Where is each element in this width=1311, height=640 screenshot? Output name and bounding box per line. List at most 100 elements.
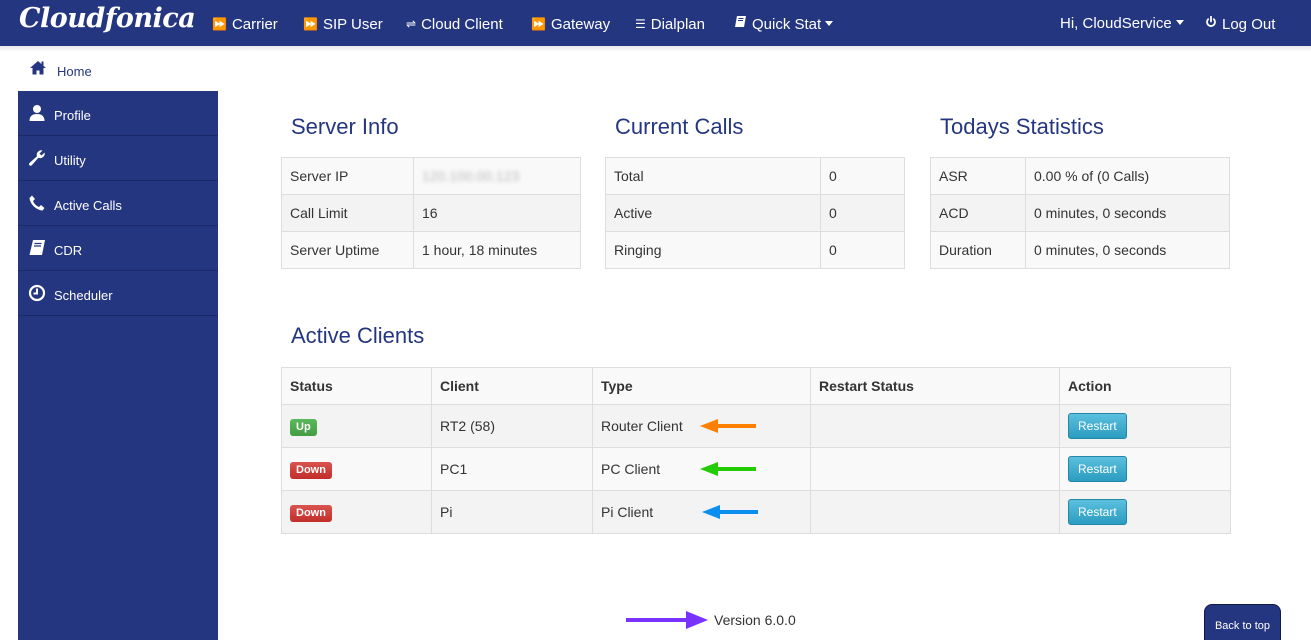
server-ip-blurred-text: 120.100.00.123 bbox=[422, 168, 520, 184]
type-cell: Router Client bbox=[592, 404, 811, 448]
book-icon bbox=[734, 0, 747, 48]
nav-quick-stat-label: Quick Stat bbox=[752, 16, 822, 33]
type-cell: PC Client bbox=[592, 447, 811, 491]
active-clients-title: Active Clients bbox=[291, 323, 425, 348]
action-cell: Restart bbox=[1059, 447, 1231, 491]
status-cell: Down bbox=[281, 490, 432, 534]
action-cell: Restart bbox=[1059, 490, 1231, 534]
server-uptime-value: 1 hour, 18 minutes bbox=[413, 231, 581, 269]
nav-sip-user[interactable]: ⏩ SIP User bbox=[303, 0, 383, 46]
server-info-title: Server Info bbox=[291, 114, 399, 139]
home-icon bbox=[29, 60, 47, 78]
ringing-calls-label: Ringing bbox=[605, 231, 821, 269]
total-calls-label: Total bbox=[605, 157, 821, 195]
home-label: Home bbox=[57, 64, 92, 79]
table-row: Server Uptime 1 hour, 18 minutes bbox=[281, 231, 581, 269]
active-clients-table: Status Client Type Restart Status Action… bbox=[281, 367, 1231, 534]
logout-label: Log Out bbox=[1222, 16, 1276, 33]
restart-status-cell bbox=[810, 447, 1060, 491]
status-badge-down: Down bbox=[290, 504, 332, 522]
user-menu-dropdown[interactable]: Hi, CloudService bbox=[1060, 0, 1184, 46]
sidebar: Profile Utility Active Calls CDR Schedul… bbox=[18, 91, 218, 640]
todays-statistics-table: ASR 0.00 % of (0 Calls) ACD 0 minutes, 0… bbox=[930, 157, 1230, 269]
type-text: Pi Client bbox=[601, 504, 654, 520]
restart-button[interactable]: Restart bbox=[1068, 499, 1127, 525]
column-action: Action bbox=[1059, 367, 1231, 405]
nav-carrier-label: Carrier bbox=[231, 16, 278, 33]
restart-status-cell bbox=[810, 490, 1060, 534]
status-badge-up: Up bbox=[290, 418, 317, 436]
action-cell: Restart bbox=[1059, 404, 1231, 448]
table-row: Ringing 0 bbox=[605, 231, 905, 269]
server-ip-label: Server IP bbox=[281, 157, 414, 195]
fast-forward-icon: ⏩ bbox=[303, 17, 318, 31]
nav-dialplan[interactable]: ☰ Dialplan bbox=[635, 0, 705, 46]
todays-statistics-title: Todays Statistics bbox=[940, 114, 1104, 139]
book-icon bbox=[28, 239, 46, 257]
asr-label: ASR bbox=[930, 157, 1026, 195]
table-row: ASR 0.00 % of (0 Calls) bbox=[930, 157, 1230, 195]
sidebar-item-profile[interactable]: Profile bbox=[18, 91, 218, 136]
call-limit-value: 16 bbox=[413, 194, 581, 232]
logout-link[interactable]: Log Out bbox=[1205, 0, 1275, 46]
type-cell: Pi Client bbox=[592, 490, 811, 534]
server-uptime-label: Server Uptime bbox=[281, 231, 414, 269]
arrow-left-icon bbox=[700, 419, 756, 433]
nav-gateway[interactable]: ⏩ Gateway bbox=[531, 0, 610, 46]
restart-button[interactable]: Restart bbox=[1068, 456, 1127, 482]
sidebar-item-cdr[interactable]: CDR bbox=[18, 226, 218, 271]
user-icon bbox=[28, 104, 46, 122]
arrow-left-icon bbox=[700, 462, 756, 476]
sidebar-item-utility[interactable]: Utility bbox=[18, 136, 218, 181]
back-to-top-button[interactable]: Back to top bbox=[1204, 604, 1281, 640]
sidebar-item-label: CDR bbox=[54, 243, 83, 258]
current-calls-title: Current Calls bbox=[615, 114, 744, 139]
asr-value: 0.00 % of (0 Calls) bbox=[1025, 157, 1230, 195]
table-row: Down PC1 PC Client Restart bbox=[281, 447, 1231, 491]
table-row: Total 0 bbox=[605, 157, 905, 195]
server-info-table: Server IP 120.100.00.123 Call Limit 16 S… bbox=[281, 157, 581, 269]
acd-label: ACD bbox=[930, 194, 1026, 232]
sidebar-item-scheduler[interactable]: Scheduler bbox=[18, 271, 218, 316]
user-greeting: Hi, CloudService bbox=[1060, 15, 1172, 32]
top-navbar: Cloudfonica ⏩ Carrier ⏩ SIP User ⇌ Cloud Cl… bbox=[0, 0, 1311, 46]
table-row: Call Limit 16 bbox=[281, 194, 581, 232]
version-text: Version 6.0.0 bbox=[714, 612, 796, 628]
wrench-icon bbox=[28, 149, 46, 167]
nav-cloud-client-label: Cloud Client bbox=[421, 16, 503, 33]
client-cell: RT2 (58) bbox=[431, 404, 593, 448]
arrow-right-icon bbox=[626, 611, 708, 629]
duration-label: Duration bbox=[930, 231, 1026, 269]
nav-carrier[interactable]: ⏩ Carrier bbox=[212, 0, 278, 46]
clock-icon bbox=[28, 284, 46, 302]
table-header-row: Status Client Type Restart Status Action bbox=[281, 367, 1231, 405]
random-icon: ⇌ bbox=[406, 17, 417, 31]
power-icon bbox=[1205, 0, 1217, 48]
call-limit-label: Call Limit bbox=[281, 194, 414, 232]
fast-forward-icon: ⏩ bbox=[531, 17, 546, 31]
list-icon: ☰ bbox=[635, 17, 646, 31]
sidebar-item-label: Profile bbox=[54, 108, 91, 123]
client-cell: Pi bbox=[431, 490, 593, 534]
brand-logo[interactable]: Cloudfonica bbox=[19, 3, 196, 34]
nav-gateway-label: Gateway bbox=[550, 16, 611, 33]
column-type: Type bbox=[592, 367, 811, 405]
table-row: Down Pi Pi Client Restart bbox=[281, 490, 1231, 534]
sidebar-item-label: Utility bbox=[54, 153, 86, 168]
table-row: Active 0 bbox=[605, 194, 905, 232]
nav-quick-stat-dropdown[interactable]: Quick Stat bbox=[734, 0, 834, 48]
sidebar-item-active-calls[interactable]: Active Calls bbox=[18, 181, 218, 226]
home-link[interactable]: Home bbox=[18, 46, 218, 91]
fast-forward-icon: ⏩ bbox=[212, 17, 227, 31]
arrow-left-icon bbox=[702, 505, 758, 519]
duration-value: 0 minutes, 0 seconds bbox=[1025, 231, 1230, 269]
restart-status-cell bbox=[810, 404, 1060, 448]
nav-cloud-client[interactable]: ⇌ Cloud Client bbox=[406, 0, 503, 46]
caret-down-icon bbox=[1175, 20, 1184, 25]
type-text: Router Client bbox=[601, 418, 683, 434]
acd-value: 0 minutes, 0 seconds bbox=[1025, 194, 1230, 232]
table-row: Server IP 120.100.00.123 bbox=[281, 157, 581, 195]
restart-button[interactable]: Restart bbox=[1068, 413, 1127, 439]
column-client: Client bbox=[431, 367, 593, 405]
table-row: Duration 0 minutes, 0 seconds bbox=[930, 231, 1230, 269]
